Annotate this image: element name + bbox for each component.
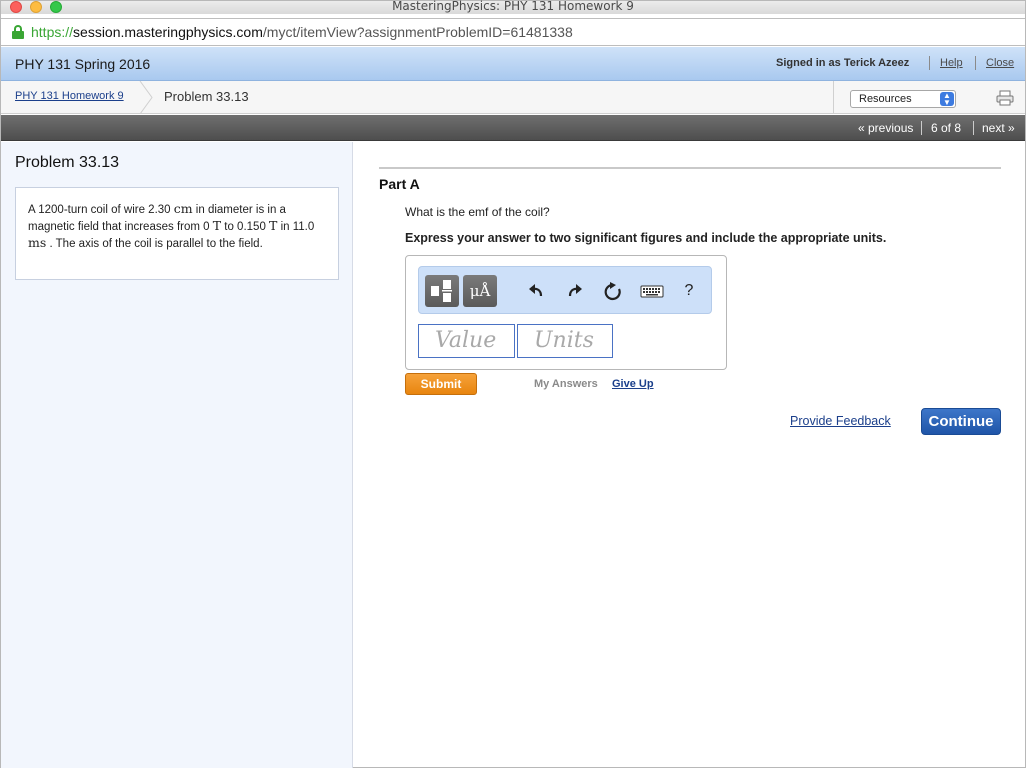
course-header: PHY 131 Spring 2016 Signed in as Terick … xyxy=(1,47,1025,81)
continue-button[interactable]: Continue xyxy=(921,408,1001,435)
redo-icon[interactable] xyxy=(563,279,585,303)
unit-symbol: T xyxy=(212,218,222,233)
answer-instruction: Express your answer to two significant f… xyxy=(405,231,887,245)
math-toolbar: μÅ ? xyxy=(418,266,712,314)
nav-divider xyxy=(973,121,974,135)
give-up-link[interactable]: Give Up xyxy=(612,378,654,390)
problem-text: in 11.0 xyxy=(277,221,315,233)
part-label: Part A xyxy=(379,176,420,192)
help-link[interactable]: Help xyxy=(940,57,963,69)
submit-button[interactable]: Submit xyxy=(405,373,477,395)
unit-symbol: ms xyxy=(28,235,47,250)
course-title: PHY 131 Spring 2016 xyxy=(15,56,151,72)
url-scheme: https:// xyxy=(31,24,74,40)
problem-text: to 0.150 xyxy=(221,221,270,233)
question-text: What is the emf of the coil? xyxy=(405,205,550,219)
undo-icon[interactable] xyxy=(526,279,548,303)
window-title: MasteringPhysics: PHY 131 Homework 9 xyxy=(392,0,634,13)
units-button[interactable]: μÅ xyxy=(463,275,497,307)
nav-divider xyxy=(921,121,922,135)
problem-navigation-bar: « previous 6 of 8 next » xyxy=(1,115,1025,141)
header-divider xyxy=(975,56,976,70)
value-input[interactable]: Value xyxy=(418,324,515,358)
browser-window: MasteringPhysics: PHY 131 Homework 9 htt… xyxy=(0,0,1026,768)
problem-statement: A 1200-turn coil of wire 2.30 cm in diam… xyxy=(15,187,339,280)
problem-position: 6 of 8 xyxy=(931,121,962,135)
keyboard-icon[interactable] xyxy=(639,279,665,303)
part-divider xyxy=(379,167,1001,169)
header-divider xyxy=(929,56,930,70)
templates-icon xyxy=(431,280,452,302)
unit-symbol: cm xyxy=(173,201,193,216)
dropdown-arrows-icon: ▲ ▼ xyxy=(940,92,954,107)
address-bar[interactable]: https://session.masteringphysics.com/myc… xyxy=(1,18,1025,46)
close-link[interactable]: Close xyxy=(986,57,1014,69)
lock-icon xyxy=(12,25,24,39)
reset-icon[interactable] xyxy=(602,279,624,303)
breadcrumb-chevron-icon xyxy=(139,81,153,114)
problem-title: Problem 33.13 xyxy=(15,154,120,171)
problem-pane: Problem 33.13 A 1200-turn coil of wire 2… xyxy=(1,142,353,768)
url-host: session.masteringphysics.com xyxy=(73,24,263,40)
previous-link[interactable]: « previous xyxy=(858,121,913,135)
help-question-icon[interactable]: ? xyxy=(678,279,700,303)
provide-feedback-link[interactable]: Provide Feedback xyxy=(790,414,891,428)
next-link[interactable]: next » xyxy=(982,121,1015,135)
url-path: /myct/itemView?assignmentProblemID=61481… xyxy=(262,24,573,40)
resources-label: Resources xyxy=(859,93,912,105)
signed-in-label: Signed in as Terick Azeez xyxy=(776,57,910,69)
url-text[interactable]: https://session.masteringphysics.com/myc… xyxy=(31,24,573,40)
resources-dropdown[interactable]: Resources ▲ ▼ xyxy=(850,90,956,108)
breadcrumb-current: Problem 33.13 xyxy=(164,89,249,104)
print-icon[interactable] xyxy=(996,90,1014,106)
templates-button[interactable] xyxy=(425,275,459,307)
problem-text: . The axis of the coil is parallel to th… xyxy=(46,238,263,250)
problem-text: A 1200-turn coil of wire 2.30 xyxy=(28,204,174,216)
breadcrumb-assignment-link[interactable]: PHY 131 Homework 9 xyxy=(15,90,124,102)
units-input[interactable]: Units xyxy=(517,324,613,358)
title-bar: MasteringPhysics: PHY 131 Homework 9 xyxy=(1,0,1025,14)
answer-box: μÅ ? Value Units xyxy=(405,255,727,370)
my-answers-label: My Answers xyxy=(534,378,598,390)
